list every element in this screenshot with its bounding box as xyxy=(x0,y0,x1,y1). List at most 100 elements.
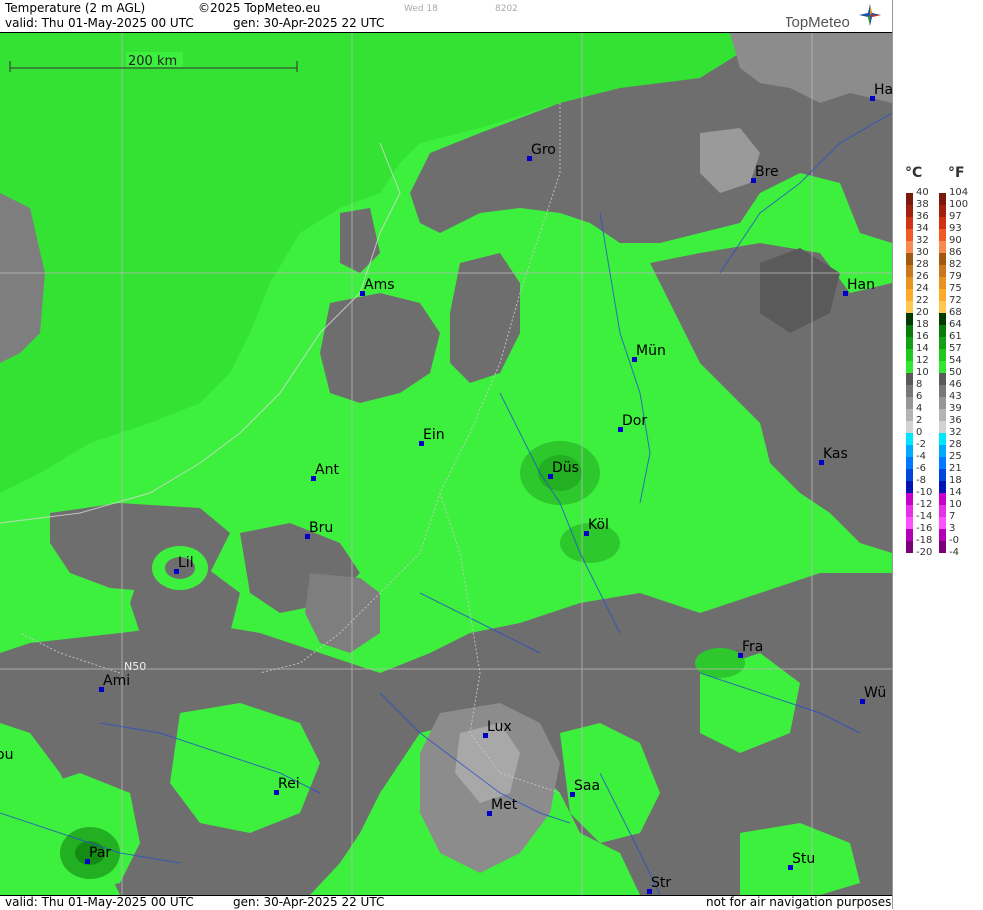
legend-swatch xyxy=(906,361,913,373)
legend-label: -8 xyxy=(916,475,926,486)
faint-code: 8202 xyxy=(495,4,518,14)
legend-swatch xyxy=(906,457,913,469)
legend-label: 18 xyxy=(916,319,929,330)
legend-row: 7 xyxy=(939,511,983,529)
city-label: Han xyxy=(847,277,875,293)
legend-label: 90 xyxy=(949,235,962,246)
header-bar: Temperature (2 m AGL) ©2025 TopMeteo.eu … xyxy=(0,0,892,33)
city-label: Lux xyxy=(487,719,512,735)
legend-label: 20 xyxy=(916,307,929,318)
legend-swatch xyxy=(906,313,913,325)
legend-swatch xyxy=(939,361,946,373)
legend-swatch xyxy=(906,229,913,241)
city-label: Bru xyxy=(309,520,333,536)
legend-swatch xyxy=(906,277,913,289)
legend-label: 104 xyxy=(949,187,969,198)
legend-label: -20 xyxy=(916,547,933,558)
legend-label: 50 xyxy=(949,367,962,378)
legend-swatch xyxy=(906,265,913,277)
legend-fahrenheit-scale: 104 100 97 93 90 86 82 79 75 72 68 64 61 57 54 50 46 43 39… xyxy=(939,187,983,565)
legend-label: -4 xyxy=(949,547,959,558)
legend-row: -0 xyxy=(939,535,983,553)
legend-swatch xyxy=(939,325,946,337)
valid-time: valid: Thu 01-May-2025 00 UTC xyxy=(5,16,194,30)
legend-swatch xyxy=(939,229,946,241)
legend-label: -0 xyxy=(949,535,959,546)
legend-label: 32 xyxy=(949,427,962,438)
scale-label: 200 km xyxy=(128,54,177,69)
legend-label: 26 xyxy=(916,271,929,282)
legend-label: 4 xyxy=(916,403,923,414)
legend-swatch xyxy=(906,493,913,505)
legend-swatch xyxy=(939,253,946,265)
legend-swatch xyxy=(939,301,946,313)
temperature-map[interactable]: 200 km N50 Ha Gro Bre Han Ams Mün Dor Ein Kas Düs… xyxy=(0,33,892,895)
city-label: Mün xyxy=(636,343,666,359)
legend-swatch xyxy=(939,241,946,253)
legend-swatch xyxy=(939,337,946,349)
legend-label: 14 xyxy=(949,487,962,498)
legend-swatch xyxy=(939,349,946,361)
legend-label: 82 xyxy=(949,259,962,270)
copyright: ©2025 TopMeteo.eu xyxy=(198,1,321,15)
legend-swatch xyxy=(939,541,946,553)
legend-label: 43 xyxy=(949,391,962,402)
topmeteo-logo: TopMeteo xyxy=(784,2,886,31)
city-label: Ami xyxy=(103,673,130,689)
legend-label: -12 xyxy=(916,499,933,510)
legend-swatch xyxy=(939,193,946,205)
legend-label: 10 xyxy=(949,499,962,510)
legend-swatch xyxy=(939,265,946,277)
legend-swatch xyxy=(939,205,946,217)
legend-swatch xyxy=(906,385,913,397)
legend-label: -6 xyxy=(916,463,926,474)
legend-label: -16 xyxy=(916,523,933,534)
product-title: Temperature (2 m AGL) xyxy=(5,1,146,15)
legend-label: 39 xyxy=(949,403,962,414)
legend-swatch xyxy=(906,421,913,433)
legend-label: 3 xyxy=(949,523,956,534)
legend-label: 14 xyxy=(916,343,929,354)
legend-label: 10 xyxy=(916,367,929,378)
legend-label: 18 xyxy=(949,475,962,486)
legend-label: 57 xyxy=(949,343,962,354)
legend-label: 97 xyxy=(949,211,962,222)
legend-swatch xyxy=(906,193,913,205)
city-label: Lil xyxy=(178,555,194,571)
legend-swatch xyxy=(939,373,946,385)
legend-label: 30 xyxy=(916,247,929,258)
legend-swatch xyxy=(906,217,913,229)
legend-label: -4 xyxy=(916,451,926,462)
generated-time: gen: 30-Apr-2025 22 UTC xyxy=(233,16,385,30)
legend-label: 22 xyxy=(916,295,929,306)
city-label: Ant xyxy=(315,462,339,478)
legend-swatch xyxy=(906,433,913,445)
city-label: Kas xyxy=(823,446,848,462)
legend-label: 75 xyxy=(949,283,962,294)
legend-label: 34 xyxy=(916,223,929,234)
legend-swatch xyxy=(906,349,913,361)
legend-swatch xyxy=(939,433,946,445)
legend-swatch xyxy=(939,277,946,289)
legend-label: 93 xyxy=(949,223,962,234)
city-label: Rei xyxy=(278,776,300,792)
legend-swatch xyxy=(906,337,913,349)
legend-swatch xyxy=(906,301,913,313)
legend-label: 6 xyxy=(916,391,923,402)
legend-label: 40 xyxy=(916,187,929,198)
legend-label: 61 xyxy=(949,331,962,342)
legend-label: 79 xyxy=(949,271,962,282)
legend-swatch xyxy=(939,469,946,481)
compass-star-icon xyxy=(859,4,881,26)
city-label: Fra xyxy=(742,639,763,655)
city-label: Met xyxy=(491,797,518,813)
legend-swatch xyxy=(939,493,946,505)
legend-label: -2 xyxy=(916,439,926,450)
legend-swatch xyxy=(906,445,913,457)
legend-swatch xyxy=(939,313,946,325)
legend-swatch xyxy=(939,421,946,433)
city-label: Stu xyxy=(792,851,815,867)
legend-swatch xyxy=(939,505,946,517)
city-label: Wü xyxy=(864,685,886,701)
legend-label: 21 xyxy=(949,463,962,474)
